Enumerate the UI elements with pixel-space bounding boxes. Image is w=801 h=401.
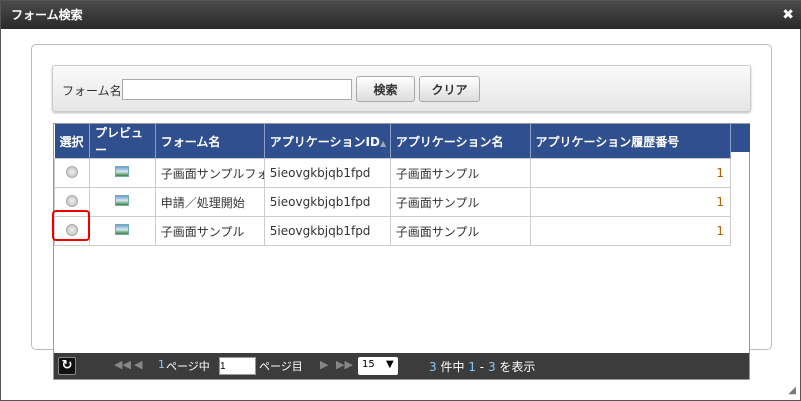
- record-summary: 3 件中 1 - 3 を表示: [429, 360, 536, 374]
- history-cell: 1: [529, 158, 732, 188]
- refresh-icon[interactable]: ↻: [58, 357, 76, 375]
- page-of-label: ページ中: [166, 360, 210, 373]
- app-id-cell: 5ieovgkbjqb1fpd: [263, 216, 391, 246]
- page-suffix: ページ目: [259, 360, 303, 373]
- pager: ↻ ◀◀ ◀ 1 ページ中 ページ目 ▶ ▶▶ 15▼ 3 件中 1 - 3 を…: [54, 353, 749, 379]
- clear-button[interactable]: クリア: [419, 76, 480, 102]
- total-pages: 1: [158, 358, 165, 371]
- col-app-id[interactable]: アプリケーションID▲: [264, 124, 391, 159]
- col-app-name[interactable]: アプリケーション名: [390, 124, 531, 159]
- first-page-icon[interactable]: ◀◀: [114, 358, 131, 371]
- form-name-cell: 申請／処理開始: [154, 187, 265, 217]
- col-select[interactable]: 選択: [54, 124, 90, 159]
- table-row[interactable]: 申請／処理開始 5ieovgkbjqb1fpd 子画面サンプル 1: [54, 187, 732, 217]
- prev-page-icon[interactable]: ◀: [134, 358, 142, 371]
- history-cell: 1: [529, 216, 732, 246]
- chevron-down-icon: ▼: [386, 359, 394, 370]
- search-bar: フォーム名 検索 クリア: [52, 65, 751, 112]
- preview-image-icon[interactable]: [115, 195, 130, 206]
- last-page-icon[interactable]: ▶▶: [336, 358, 353, 371]
- page-input[interactable]: [219, 357, 256, 375]
- form-name-cell: 子画面サンプル: [154, 216, 265, 246]
- form-name-input[interactable]: [122, 79, 352, 100]
- app-name-cell: 子画面サンプル: [389, 187, 531, 217]
- app-id-cell: 5ieovgkbjqb1fpd: [263, 187, 391, 217]
- app-name-cell: 子画面サンプル: [389, 216, 531, 246]
- select-radio[interactable]: [65, 194, 78, 207]
- highlight-box: [52, 210, 90, 241]
- window-title: フォーム検索: [11, 8, 83, 22]
- col-history[interactable]: アプリケーション履歴番号: [530, 124, 732, 159]
- table-row[interactable]: 子画面サンプル 5ieovgkbjqb1fpd 子画面サンプル 1: [54, 216, 732, 246]
- resize-grip-icon[interactable]: ◢: [788, 385, 796, 396]
- app-id-cell: 5ieovgkbjqb1fpd: [263, 158, 391, 188]
- table-row[interactable]: 子画面サンプルフォーム 5ieovgkbjqb1fpd 子画面サンプル 1: [54, 158, 732, 188]
- col-preview[interactable]: プレビュー: [89, 124, 156, 159]
- window-titlebar: フォーム検索 ✖: [1, 1, 801, 29]
- preview-image-icon[interactable]: [115, 224, 130, 235]
- next-page-icon[interactable]: ▶: [320, 358, 328, 371]
- form-name-cell: 子画面サンプルフォーム: [154, 158, 265, 188]
- page-size-select[interactable]: 15 ▼: [358, 357, 398, 375]
- form-name-label: フォーム名: [62, 84, 122, 98]
- select-radio[interactable]: [65, 165, 78, 178]
- search-panel: フォーム名 検索 クリア 選択 プレビュー フォーム名 アプリケーションID▲ …: [31, 44, 772, 380]
- header-filler: [731, 124, 750, 152]
- preview-image-icon[interactable]: [115, 166, 130, 177]
- app-name-cell: 子画面サンプル: [389, 158, 531, 188]
- search-button[interactable]: 検索: [356, 76, 415, 102]
- history-cell: 1: [529, 187, 732, 217]
- results-grid: 選択 プレビュー フォーム名 アプリケーションID▲ アプリケーション名 アプリ…: [53, 123, 750, 380]
- close-icon[interactable]: ✖: [782, 1, 794, 29]
- sort-icon: ▲: [379, 138, 387, 148]
- grid-header: 選択 プレビュー フォーム名 アプリケーションID▲ アプリケーション名 アプリ…: [54, 124, 732, 159]
- col-form-name[interactable]: フォーム名: [155, 124, 265, 159]
